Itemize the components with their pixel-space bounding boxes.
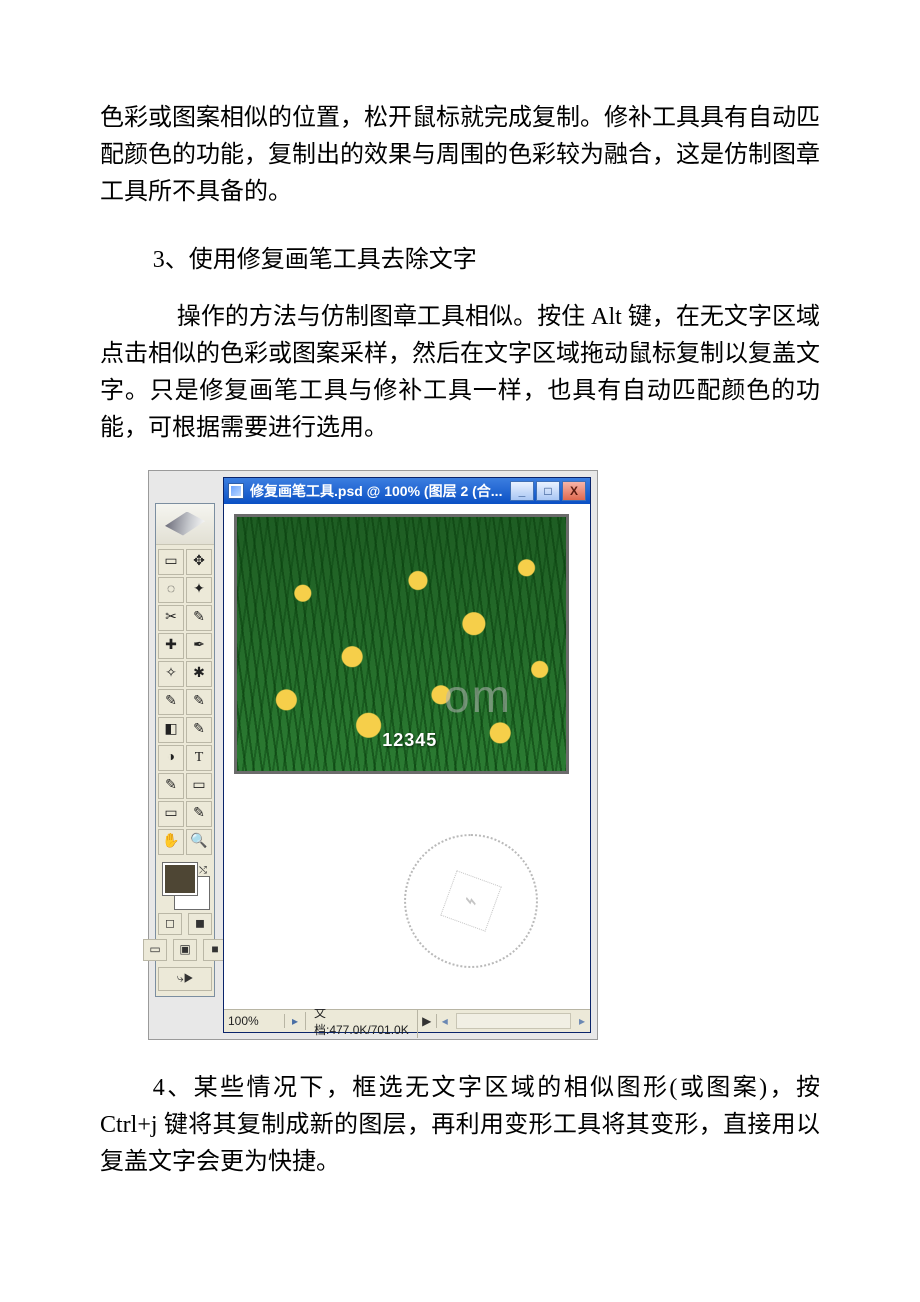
- horizontal-scrollbar[interactable]: [456, 1013, 571, 1029]
- tool-zoom[interactable]: 🔍: [186, 829, 212, 855]
- app-logo-icon: [165, 512, 205, 536]
- tool-brush[interactable]: ✒: [186, 633, 212, 659]
- status-bar: 100% ▸ 文档:477.0K/701.0K ▶ ◂ ▸: [224, 1009, 590, 1032]
- image-overlay-text: 12345: [382, 730, 437, 751]
- document-size: 文档:477.0K/701.0K: [306, 1004, 418, 1038]
- tool-wand[interactable]: ✦: [186, 577, 212, 603]
- embedded-screenshot: ▭ ✥ ◌ ✦ ✂ ✎ ✚ ✒ ✧ ✱ ✎ ✎ ◧ ✎ ◑ T ✎ ▭ ▭ ✎: [148, 470, 598, 1040]
- tool-type[interactable]: T: [186, 745, 212, 771]
- tool-hand[interactable]: ✋: [158, 829, 184, 855]
- window-title: 修复画笔工具.psd @ 100% (图层 2 (合...: [250, 481, 502, 501]
- tool-lasso[interactable]: ◌: [158, 577, 184, 603]
- tool-heal[interactable]: ✚: [158, 633, 184, 659]
- screenmode-standard[interactable]: ▭: [143, 939, 167, 961]
- tool-gradient[interactable]: ✎: [186, 689, 212, 715]
- paragraph-4: 4、某些情况下，框选无文字区域的相似图形(或图案)，按 Ctrl+j 键将其复制…: [100, 1070, 820, 1182]
- status-play-icon[interactable]: ▶: [418, 1014, 437, 1028]
- titlebar: 修复画笔工具.psd @ 100% (图层 2 (合... _ □ X: [224, 478, 590, 504]
- tool-dodge[interactable]: ✎: [186, 717, 212, 743]
- tool-slice[interactable]: ✎: [186, 605, 212, 631]
- swap-colors-icon[interactable]: ⤭: [199, 865, 207, 876]
- tool-path[interactable]: ◑: [158, 745, 184, 771]
- tool-crop[interactable]: ✂: [158, 605, 184, 631]
- heading-section-3: 3、使用修复画笔工具去除文字: [100, 242, 820, 279]
- tool-palette-header: [156, 504, 214, 545]
- scroll-left-icon[interactable]: ◂: [437, 1014, 453, 1028]
- tool-shape[interactable]: ▭: [186, 773, 212, 799]
- tool-eraser[interactable]: ✎: [158, 689, 184, 715]
- stamp-inner-icon: ⌁: [440, 870, 502, 932]
- paragraph-3: 操作的方法与仿制图章工具相似。按住 Alt 键，在无文字区域点击相似的色彩或图案…: [100, 299, 820, 448]
- minimize-button[interactable]: _: [510, 481, 534, 501]
- jump-to-imageready[interactable]: ⤷▶: [158, 967, 212, 991]
- maximize-button[interactable]: □: [536, 481, 560, 501]
- canvas-area[interactable]: 12345 ⌁ om: [224, 504, 590, 1009]
- quickmask-on[interactable]: ◼: [188, 913, 212, 935]
- tool-move[interactable]: ✥: [186, 549, 212, 575]
- color-swatches[interactable]: ⤭: [161, 863, 209, 909]
- tool-eyedrop[interactable]: ✎: [186, 801, 212, 827]
- document-window: 修复画笔工具.psd @ 100% (图层 2 (合... _ □ X 1234…: [223, 477, 591, 1033]
- tool-marquee[interactable]: ▭: [158, 549, 184, 575]
- fg-color-swatch[interactable]: [163, 863, 197, 895]
- watermark-stamp: ⌁: [404, 834, 538, 968]
- image-content: 12345: [234, 514, 569, 774]
- paragraph-1: 色彩或图案相似的位置，松开鼠标就完成复制。修补工具具有自动匹配颜色的功能，复制出…: [100, 100, 820, 212]
- tool-blur[interactable]: ◧: [158, 717, 184, 743]
- scroll-right-icon[interactable]: ▸: [574, 1014, 590, 1028]
- document-icon: [228, 483, 244, 499]
- zoom-level[interactable]: 100%: [224, 1014, 285, 1028]
- tool-stamp[interactable]: ✧: [158, 661, 184, 687]
- close-button[interactable]: X: [562, 481, 586, 501]
- tool-pen[interactable]: ✎: [158, 773, 184, 799]
- status-menu-icon[interactable]: ▸: [285, 1012, 306, 1030]
- tool-palette: ▭ ✥ ◌ ✦ ✂ ✎ ✚ ✒ ✧ ✱ ✎ ✎ ◧ ✎ ◑ T ✎ ▭ ▭ ✎: [155, 503, 215, 997]
- tool-history[interactable]: ✱: [186, 661, 212, 687]
- quickmask-off[interactable]: ◻: [158, 913, 182, 935]
- tool-grid: ▭ ✥ ◌ ✦ ✂ ✎ ✚ ✒ ✧ ✱ ✎ ✎ ◧ ✎ ◑ T ✎ ▭ ▭ ✎: [155, 545, 215, 859]
- screenmode-full-menu[interactable]: ▣: [173, 939, 197, 961]
- tool-notes[interactable]: ▭: [158, 801, 184, 827]
